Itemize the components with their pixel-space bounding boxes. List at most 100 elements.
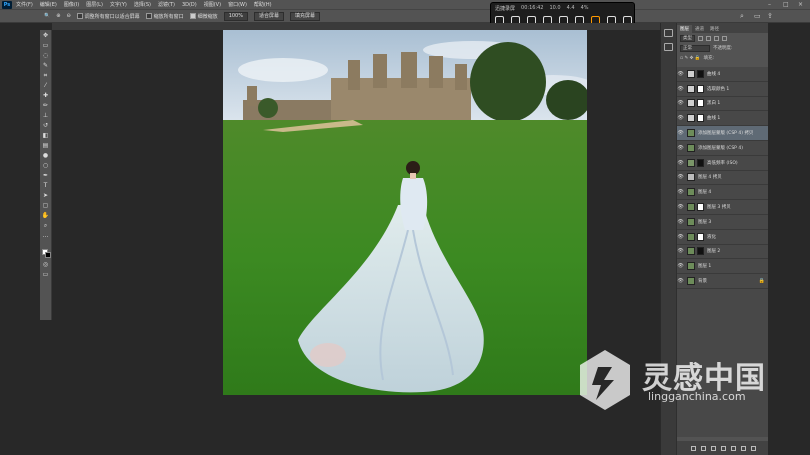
- menu-layer[interactable]: 图层(L): [86, 1, 103, 8]
- quick-select-tool-icon[interactable]: ✎: [42, 62, 50, 69]
- layer-style-icon[interactable]: [700, 445, 706, 451]
- scrubby-zoom-checkbox[interactable]: [189, 13, 196, 19]
- close-button[interactable]: ×: [798, 1, 803, 8]
- fit-screen-button[interactable]: 适合屏幕: [253, 11, 284, 21]
- background-color-swatch[interactable]: [45, 252, 51, 258]
- layer-row-background[interactable]: 👁 背景 🔒: [677, 274, 769, 289]
- more-tools-icon[interactable]: …: [42, 232, 50, 239]
- gradient-tool-icon[interactable]: ▤: [42, 142, 50, 149]
- add-mask-icon[interactable]: [710, 445, 716, 451]
- tab-paths[interactable]: 路径: [707, 25, 722, 33]
- zoom-all-windows-option[interactable]: 缩放所有窗口: [145, 13, 184, 20]
- menu-view[interactable]: 视图(V): [204, 1, 221, 8]
- tab-layers[interactable]: 图层: [677, 25, 692, 33]
- scrubby-zoom-option[interactable]: 细微缩放: [189, 13, 218, 20]
- fill-screen-button[interactable]: 填充屏幕: [290, 11, 321, 21]
- menu-file[interactable]: 文件(F): [16, 1, 33, 8]
- layer-mask-thumbnail[interactable]: [697, 247, 704, 256]
- eye-icon[interactable]: 👁: [677, 278, 684, 284]
- layer-row[interactable]: 👁 曲线 1: [677, 111, 769, 127]
- layer-mask-thumbnail[interactable]: [697, 84, 704, 93]
- menu-3d[interactable]: 3D(D): [182, 2, 197, 8]
- layer-row[interactable]: 👁 图层 4: [677, 185, 769, 201]
- document-canvas[interactable]: [223, 30, 587, 395]
- brush-tool-icon[interactable]: ✏: [42, 102, 50, 109]
- search-icon[interactable]: ⌕: [740, 12, 744, 21]
- healing-tool-icon[interactable]: ✚: [42, 92, 50, 99]
- layer-row[interactable]: 👁 图层 1: [677, 259, 769, 275]
- eye-icon[interactable]: 👁: [677, 145, 684, 151]
- share-icon[interactable]: ⇪: [767, 12, 773, 20]
- zoom-out-icon[interactable]: ⊖: [66, 13, 70, 19]
- menu-window[interactable]: 窗口(W): [228, 1, 247, 8]
- filter-type-icon[interactable]: [714, 35, 719, 41]
- eye-icon[interactable]: 👁: [677, 263, 684, 269]
- menu-image[interactable]: 图像(I): [64, 1, 79, 8]
- eraser-tool-icon[interactable]: ◧: [42, 132, 50, 139]
- zoom-tool-icon-left[interactable]: ⌕: [42, 222, 50, 229]
- crop-tool-icon[interactable]: ⌗: [42, 72, 50, 79]
- minimize-button[interactable]: –: [768, 1, 771, 8]
- menu-type[interactable]: 文字(Y): [110, 1, 127, 8]
- layer-mask-thumbnail[interactable]: [697, 158, 704, 167]
- layer-row[interactable]: 👁 图层 2: [677, 245, 769, 260]
- eye-icon[interactable]: 👁: [677, 100, 684, 106]
- layer-mask-thumbnail[interactable]: [697, 99, 704, 108]
- filter-adjust-icon[interactable]: [706, 35, 711, 41]
- filter-pixel-icon[interactable]: [698, 35, 703, 41]
- link-layers-icon[interactable]: [690, 445, 696, 451]
- dodge-tool-icon[interactable]: ○: [42, 162, 50, 169]
- pen-tool-icon[interactable]: ✒: [42, 172, 50, 179]
- layer-row[interactable]: 👁 添加图层蒙版 (CSP 4): [677, 141, 769, 156]
- layer-row[interactable]: 👁 曲线 4: [677, 67, 769, 82]
- adjustments-icon[interactable]: [664, 43, 673, 51]
- layer-filter-dropdown[interactable]: 类型: [680, 34, 695, 42]
- layer-row[interactable]: 👁 黑白 1: [677, 97, 769, 112]
- layer-row[interactable]: 👁 图层 3 拷贝: [677, 200, 769, 215]
- blur-tool-icon[interactable]: ●: [42, 152, 50, 159]
- marquee-tool-icon[interactable]: ▭: [42, 42, 50, 49]
- hand-tool-icon[interactable]: ✋: [42, 212, 50, 219]
- stamp-tool-icon[interactable]: ⊥: [42, 112, 50, 119]
- workspace-icon[interactable]: ▭: [754, 12, 761, 20]
- eye-icon[interactable]: 👁: [677, 189, 684, 195]
- eyedropper-tool-icon[interactable]: ⁄: [42, 82, 50, 89]
- zoom-all-windows-checkbox[interactable]: [145, 13, 152, 19]
- layer-mask-thumbnail[interactable]: [697, 69, 704, 78]
- trash-icon[interactable]: [750, 445, 756, 451]
- eye-icon[interactable]: 👁: [677, 86, 684, 92]
- resize-windows-checkbox[interactable]: [76, 13, 83, 19]
- layer-row[interactable]: 👁 图层 4 拷贝: [677, 171, 769, 186]
- adjustment-layer-icon[interactable]: [720, 445, 726, 451]
- quick-mask-icon[interactable]: ◎: [42, 261, 50, 268]
- eye-icon[interactable]: 👁: [677, 130, 684, 136]
- path-select-icon[interactable]: ➤: [42, 192, 50, 199]
- group-icon[interactable]: [730, 445, 736, 451]
- layer-row[interactable]: 👁 高低频率 (ISO): [677, 156, 769, 171]
- zoom-in-icon[interactable]: ⊕: [56, 13, 60, 19]
- layer-row[interactable]: 👁 图层 3: [677, 215, 769, 230]
- maximize-button[interactable]: □: [783, 1, 789, 8]
- zoom-tool-icon[interactable]: 🔍: [44, 13, 50, 19]
- canvas-area[interactable]: [52, 30, 660, 455]
- resize-windows-option[interactable]: 调整所有窗口以适合屏幕: [76, 13, 140, 20]
- eye-icon[interactable]: 👁: [677, 160, 684, 166]
- zoom-level-field[interactable]: 100%: [223, 11, 248, 21]
- filter-shape-icon[interactable]: [722, 35, 727, 41]
- layer-row[interactable]: 👁 液化: [677, 230, 769, 245]
- menu-edit[interactable]: 编辑(E): [40, 1, 57, 8]
- eye-icon[interactable]: 👁: [677, 115, 684, 121]
- layer-mask-thumbnail[interactable]: [697, 203, 704, 212]
- eye-icon[interactable]: 👁: [677, 248, 684, 254]
- new-layer-icon[interactable]: [740, 445, 746, 451]
- eye-icon[interactable]: 👁: [677, 204, 684, 210]
- properties-icon[interactable]: [664, 29, 673, 37]
- lock-icons[interactable]: ▫ ✎ ✥ 🔒: [680, 56, 701, 61]
- eye-icon[interactable]: 👁: [677, 174, 684, 180]
- tab-channels[interactable]: 通道: [692, 25, 707, 33]
- lasso-tool-icon[interactable]: ◌: [42, 52, 50, 59]
- layer-mask-thumbnail[interactable]: [697, 232, 704, 241]
- layer-row-selected[interactable]: 👁 添加图层蒙版 (CSP 4) 拷贝: [677, 126, 769, 141]
- menu-filter[interactable]: 滤镜(T): [158, 1, 175, 8]
- blend-mode-dropdown[interactable]: 正常: [680, 44, 710, 52]
